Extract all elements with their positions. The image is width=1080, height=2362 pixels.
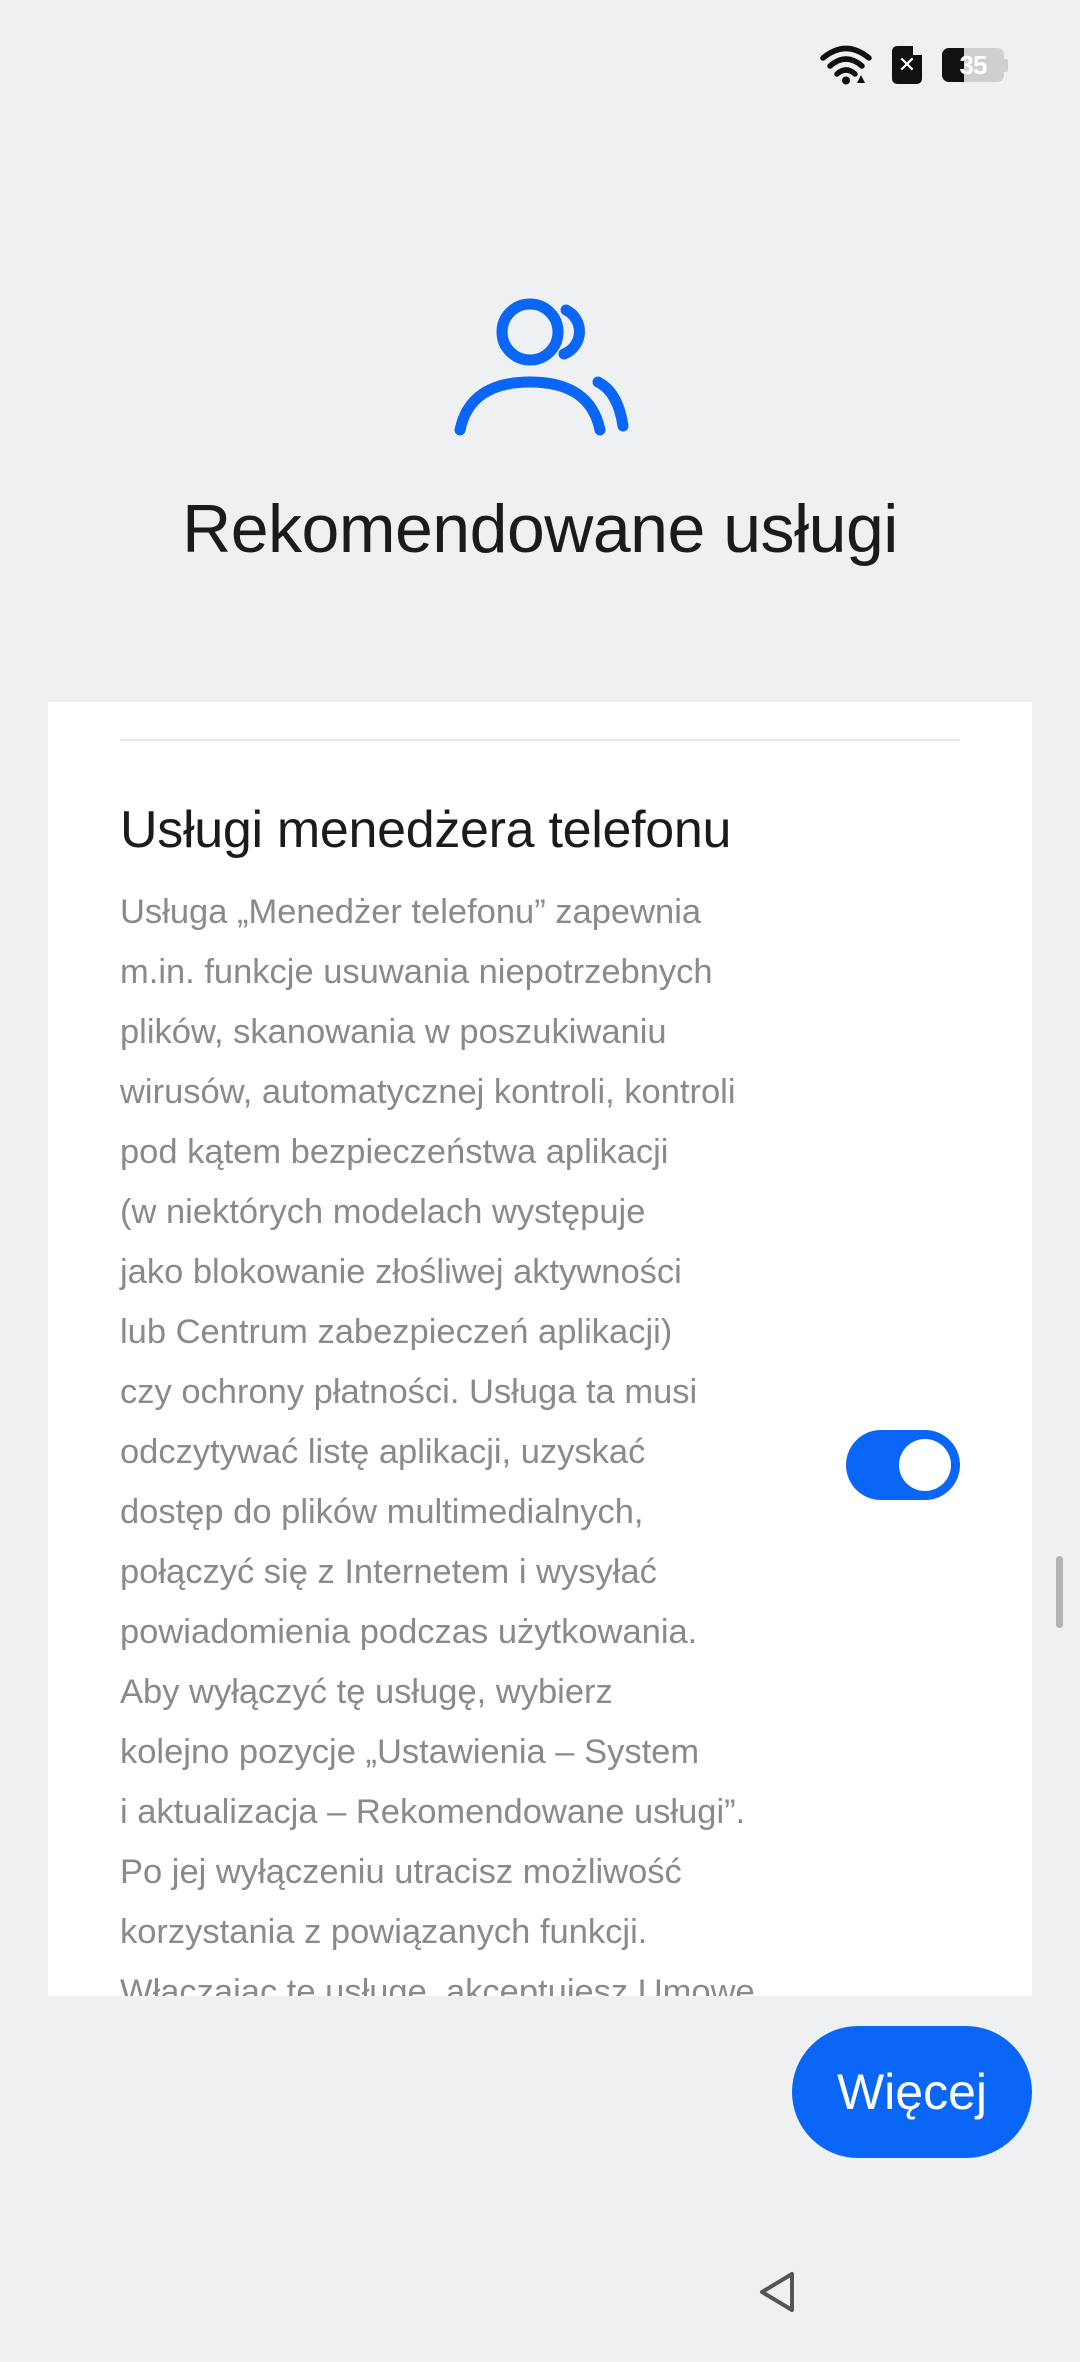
users-icon [448, 290, 632, 445]
toggle-knob [899, 1439, 951, 1491]
description-line: jako blokowanie złośliwej aktywności [120, 1253, 682, 1291]
description-line: Po jej wyłączeniu utracisz możliwość [120, 1853, 682, 1891]
service-card: Usługi menedżera telefonu Usługa „Menedż… [48, 702, 1032, 1996]
description-line: lub Centrum zabezpieczeń aplikacji) [120, 1313, 673, 1351]
sim-error-icon: ✕ [892, 46, 922, 84]
service-title: Usługi menedżera telefonu [120, 801, 732, 859]
description-line: Aby wyłączyć tę usługę, wybierz [120, 1673, 613, 1711]
description-line: Włączając tę usługę, akceptujesz Umowę [120, 1973, 755, 1996]
description-line: pod kątem bezpieczeństwa aplikacji [120, 1133, 669, 1171]
description-line: kolejno pozycje „Ustawienia – System [120, 1733, 700, 1771]
description-line: połączyć się z Internetem i wysyłać [120, 1553, 657, 1591]
page-title: Rekomendowane usługi [182, 491, 898, 567]
back-triangle-icon[interactable] [754, 2268, 802, 2321]
divider [120, 739, 960, 741]
battery-level: 35 [959, 49, 988, 80]
description-line: m.in. funkcje usuwania niepotrzebnych [120, 953, 713, 991]
more-button[interactable]: Więcej [792, 2026, 1032, 2158]
screen: ✕ 35 Rekomendowane usługi Usługi menedże… [0, 0, 1080, 2362]
service-toggle[interactable] [846, 1430, 960, 1500]
battery-icon: 35 [942, 48, 1008, 82]
description-line: odczytywać listę aplikacji, uzyskać [120, 1433, 646, 1471]
description-line: plików, skanowania w poszukiwaniu [120, 1013, 667, 1051]
description-line: Usługa „Menedżer telefonu” zapewnia [120, 893, 702, 931]
description-line: czy ochrony płatności. Usługa ta musi [120, 1373, 698, 1411]
wifi-icon [820, 45, 872, 85]
service-description: Usługa „Menedżer telefonu” zapewnia m.in.… [120, 882, 800, 1996]
description-line: (w niektórych modelach występuje [120, 1193, 646, 1231]
description-line: dostęp do plików multimedialnych, [120, 1493, 644, 1531]
description-line: wirusów, automatycznej kontroli, kontrol… [120, 1073, 736, 1111]
description-line: i aktualizacja – Rekomendowane usługi”. [120, 1793, 746, 1831]
status-bar: ✕ 35 [820, 44, 1008, 86]
description-line: powiadomienia podczas użytkowania. [120, 1613, 698, 1651]
description-line: korzystania z powiązanych funkcji. [120, 1913, 648, 1951]
scrollbar[interactable] [1056, 1556, 1063, 1628]
